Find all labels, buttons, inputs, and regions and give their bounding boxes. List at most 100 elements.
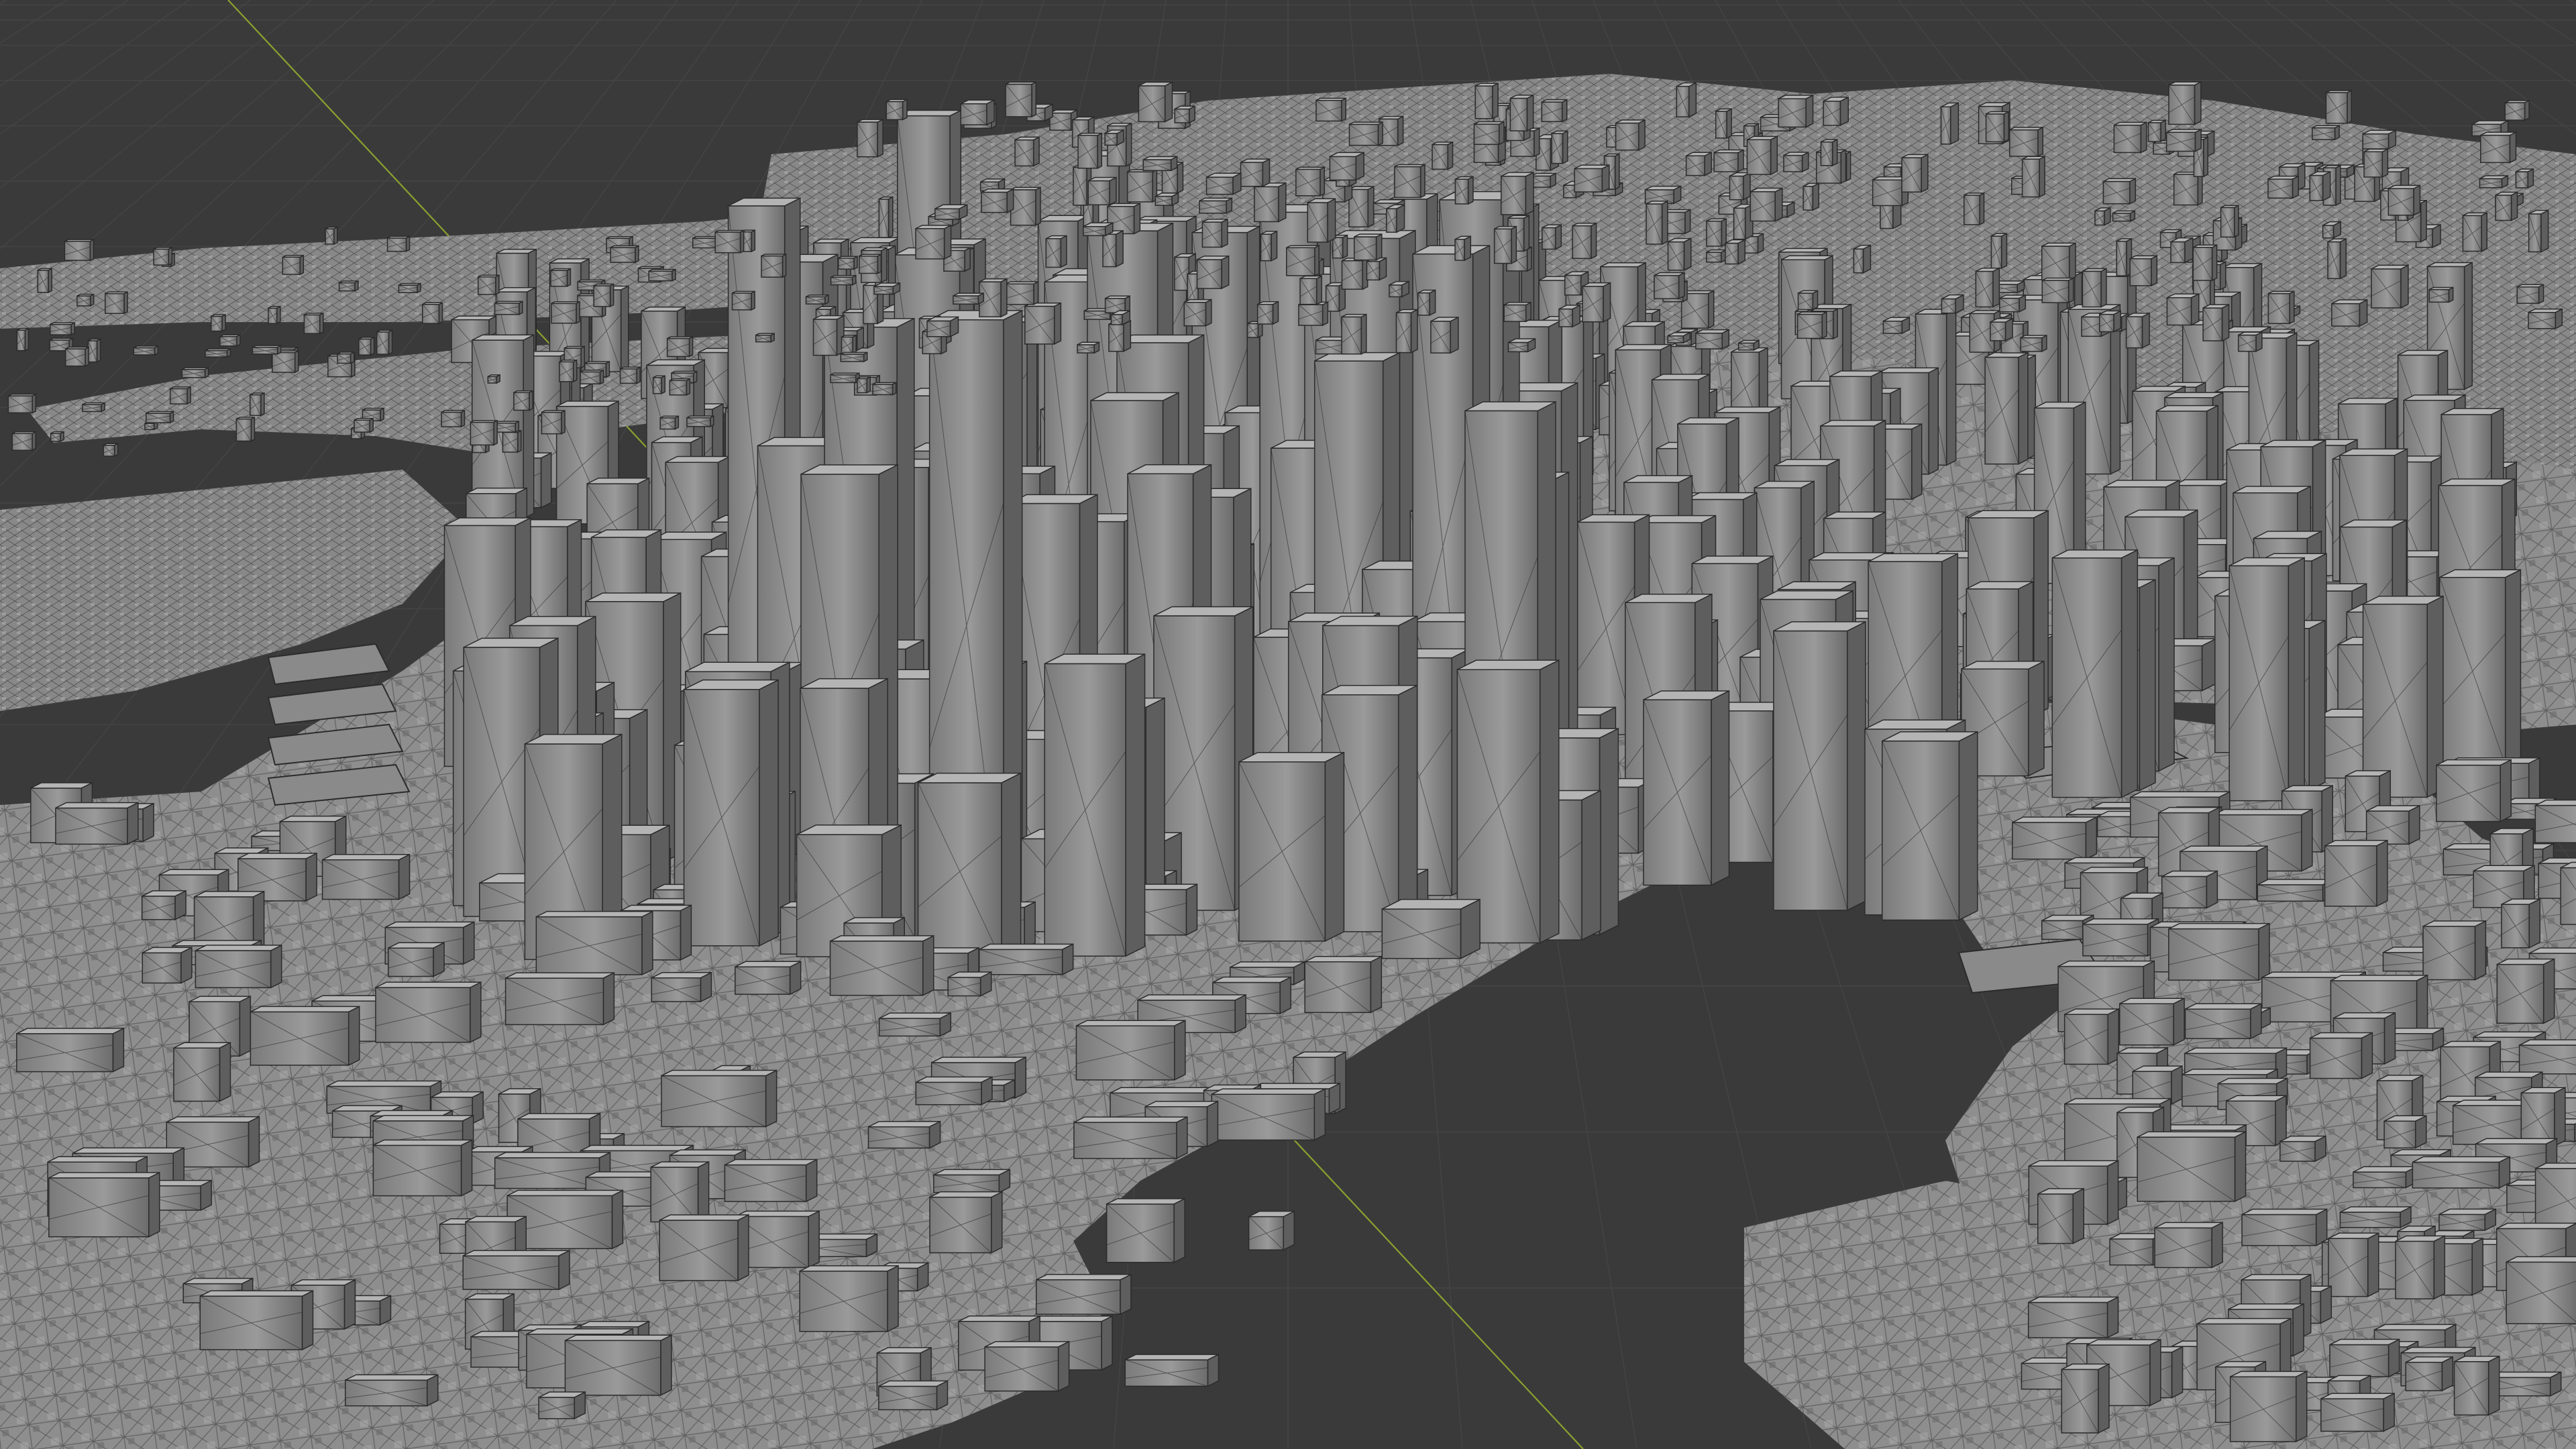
building-roof <box>1820 419 1886 427</box>
building-roof <box>470 420 498 423</box>
building-side-face <box>2322 170 2331 202</box>
building-side-face <box>1341 97 1346 122</box>
building-side-face <box>1109 176 1117 206</box>
building-side-face <box>1661 200 1668 246</box>
building-side-face <box>1125 653 1146 957</box>
building-side-face <box>1053 302 1062 345</box>
building-roof <box>1124 1354 1219 1360</box>
building-roof <box>2463 212 2487 217</box>
building-roof <box>1531 172 1556 177</box>
building-side-face <box>2320 1285 2332 1324</box>
building-roof <box>830 935 934 942</box>
building-side-face <box>540 451 552 508</box>
building-roof <box>669 1149 746 1156</box>
building-roof <box>958 1316 1040 1322</box>
building-roof <box>1199 197 1232 202</box>
building-side-face <box>1221 255 1230 290</box>
building-roof <box>76 293 95 297</box>
building-roof <box>182 367 209 370</box>
building-side-face <box>1846 621 1866 912</box>
building-roof <box>2196 1318 2292 1325</box>
building-roof <box>585 592 682 602</box>
building-side-face <box>1024 901 1036 949</box>
building-roof <box>1090 392 1179 401</box>
building-roof <box>133 345 158 349</box>
building-side-face <box>688 335 694 358</box>
building-roof <box>2400 1346 2476 1354</box>
building-roof <box>1615 343 1672 351</box>
building-side-face <box>641 910 653 976</box>
building-side-face <box>1125 122 1132 167</box>
building-side-face <box>661 375 665 394</box>
building-side-face <box>2203 136 2208 178</box>
building-roof <box>358 337 374 340</box>
building-roof <box>205 348 231 352</box>
building-roof <box>1107 123 1132 127</box>
building-side-face <box>2433 1235 2446 1300</box>
building-side-face <box>576 301 580 324</box>
building-side-face <box>739 229 745 254</box>
building-roof <box>638 266 664 269</box>
building-side-face <box>294 350 299 374</box>
building-roof <box>577 279 605 282</box>
building-roof <box>2374 1324 2457 1331</box>
building-side-face <box>1526 246 1532 272</box>
building-side-face <box>2072 1187 2084 1244</box>
building-roof <box>578 1321 649 1328</box>
building-roof <box>2329 1338 2400 1346</box>
building-roof <box>1964 193 1984 196</box>
building-side-face <box>680 904 692 961</box>
building-side-face <box>2524 99 2530 121</box>
viewport-canvas[interactable] <box>0 0 2576 1449</box>
building-roof <box>953 292 984 297</box>
building-side-face <box>405 235 411 252</box>
building-side-face <box>1921 154 1929 193</box>
building-roof <box>586 478 649 484</box>
building-roof <box>16 1028 124 1034</box>
building-roof <box>979 943 1073 951</box>
building-roof <box>929 1191 1003 1198</box>
building-roof <box>2320 1393 2395 1399</box>
building-side-face <box>1460 898 1481 959</box>
building-side-face <box>1684 209 1691 235</box>
building-roof <box>857 376 871 380</box>
building-roof <box>915 225 951 229</box>
building-roof <box>665 455 731 463</box>
building-side-face <box>1812 290 1819 311</box>
building-roof <box>1969 310 2000 315</box>
building-roof <box>724 1159 818 1166</box>
building-side-face <box>1221 218 1228 248</box>
building-side-face <box>1638 119 1646 151</box>
building-roof <box>620 366 641 370</box>
building-side-face <box>370 336 375 356</box>
building-side-face <box>32 393 37 414</box>
building-side-face <box>1000 278 1008 318</box>
building-roof <box>487 374 500 378</box>
building-side-face <box>1525 301 1532 323</box>
building-side-face <box>660 1334 672 1397</box>
building-roof <box>1864 719 1966 730</box>
building-roof <box>2180 845 2268 852</box>
building-side-face <box>1177 161 1184 194</box>
building-roof <box>2064 857 2145 864</box>
building-side-face <box>2219 261 2226 291</box>
building-roof <box>1652 374 1710 380</box>
building-roof <box>478 274 500 278</box>
building-side-face <box>1031 81 1037 118</box>
city-mesh <box>0 74 2576 1449</box>
building-roof <box>1286 245 1320 248</box>
building-roof <box>685 661 790 672</box>
building-side-face <box>1928 367 1939 476</box>
building-side-face <box>2275 1095 2287 1146</box>
building-roof <box>1474 121 1505 125</box>
building-roof <box>166 1116 260 1123</box>
building-roof <box>2233 486 2311 494</box>
building-side-face <box>2387 1338 2400 1378</box>
building-side-face <box>2510 191 2518 221</box>
3d-viewport[interactable] <box>0 0 2576 1449</box>
building-side-face <box>1958 731 1978 921</box>
building-side-face <box>2367 1232 2379 1297</box>
building-side-face <box>32 431 36 451</box>
building-side-face <box>398 853 411 900</box>
building-roof <box>494 421 519 424</box>
